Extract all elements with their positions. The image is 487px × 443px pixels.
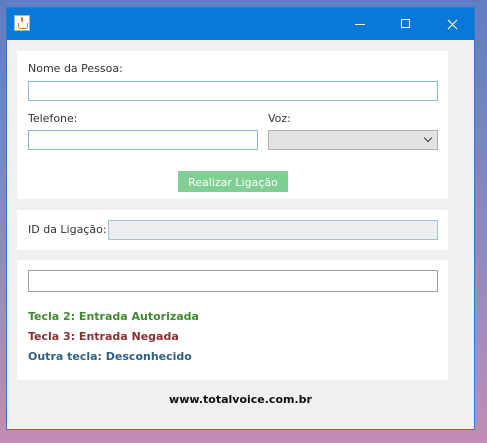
telefone-label: Telefone:	[28, 112, 78, 125]
call-id-panel: ID da Ligação:	[17, 210, 448, 250]
id-ligacao-field[interactable]	[108, 220, 438, 240]
voz-label: Voz:	[268, 112, 291, 125]
close-icon[interactable]	[429, 8, 475, 40]
title-bar	[7, 8, 474, 40]
realizar-ligacao-button[interactable]: Realizar Ligação	[178, 171, 288, 192]
status-outra-tecla: Outra tecla: Desconhecido	[28, 350, 192, 363]
nome-label: Nome da Pessoa:	[28, 62, 123, 75]
footer-link[interactable]: www.totalvoice.com.br	[7, 393, 474, 406]
status-tecla-2: Tecla 2: Entrada Autorizada	[28, 310, 199, 323]
id-ligacao-label: ID da Ligação:	[28, 223, 107, 236]
telefone-input[interactable]	[28, 130, 258, 150]
result-panel: Tecla 2: Entrada Autorizada Tecla 3: Ent…	[17, 260, 448, 380]
java-cup-icon[interactable]	[14, 15, 30, 31]
call-form-panel: Nome da Pessoa: Telefone: Voz: Realizar …	[17, 51, 448, 199]
minimize-icon[interactable]	[337, 8, 383, 40]
status-tecla-3: Tecla 3: Entrada Negada	[28, 330, 179, 343]
result-input[interactable]	[28, 270, 438, 292]
chevron-down-icon	[423, 133, 433, 143]
voz-select[interactable]	[268, 130, 438, 150]
nome-input[interactable]	[28, 81, 438, 101]
app-window: Nome da Pessoa: Telefone: Voz: Realizar …	[6, 7, 475, 430]
maximize-icon[interactable]	[383, 8, 429, 40]
